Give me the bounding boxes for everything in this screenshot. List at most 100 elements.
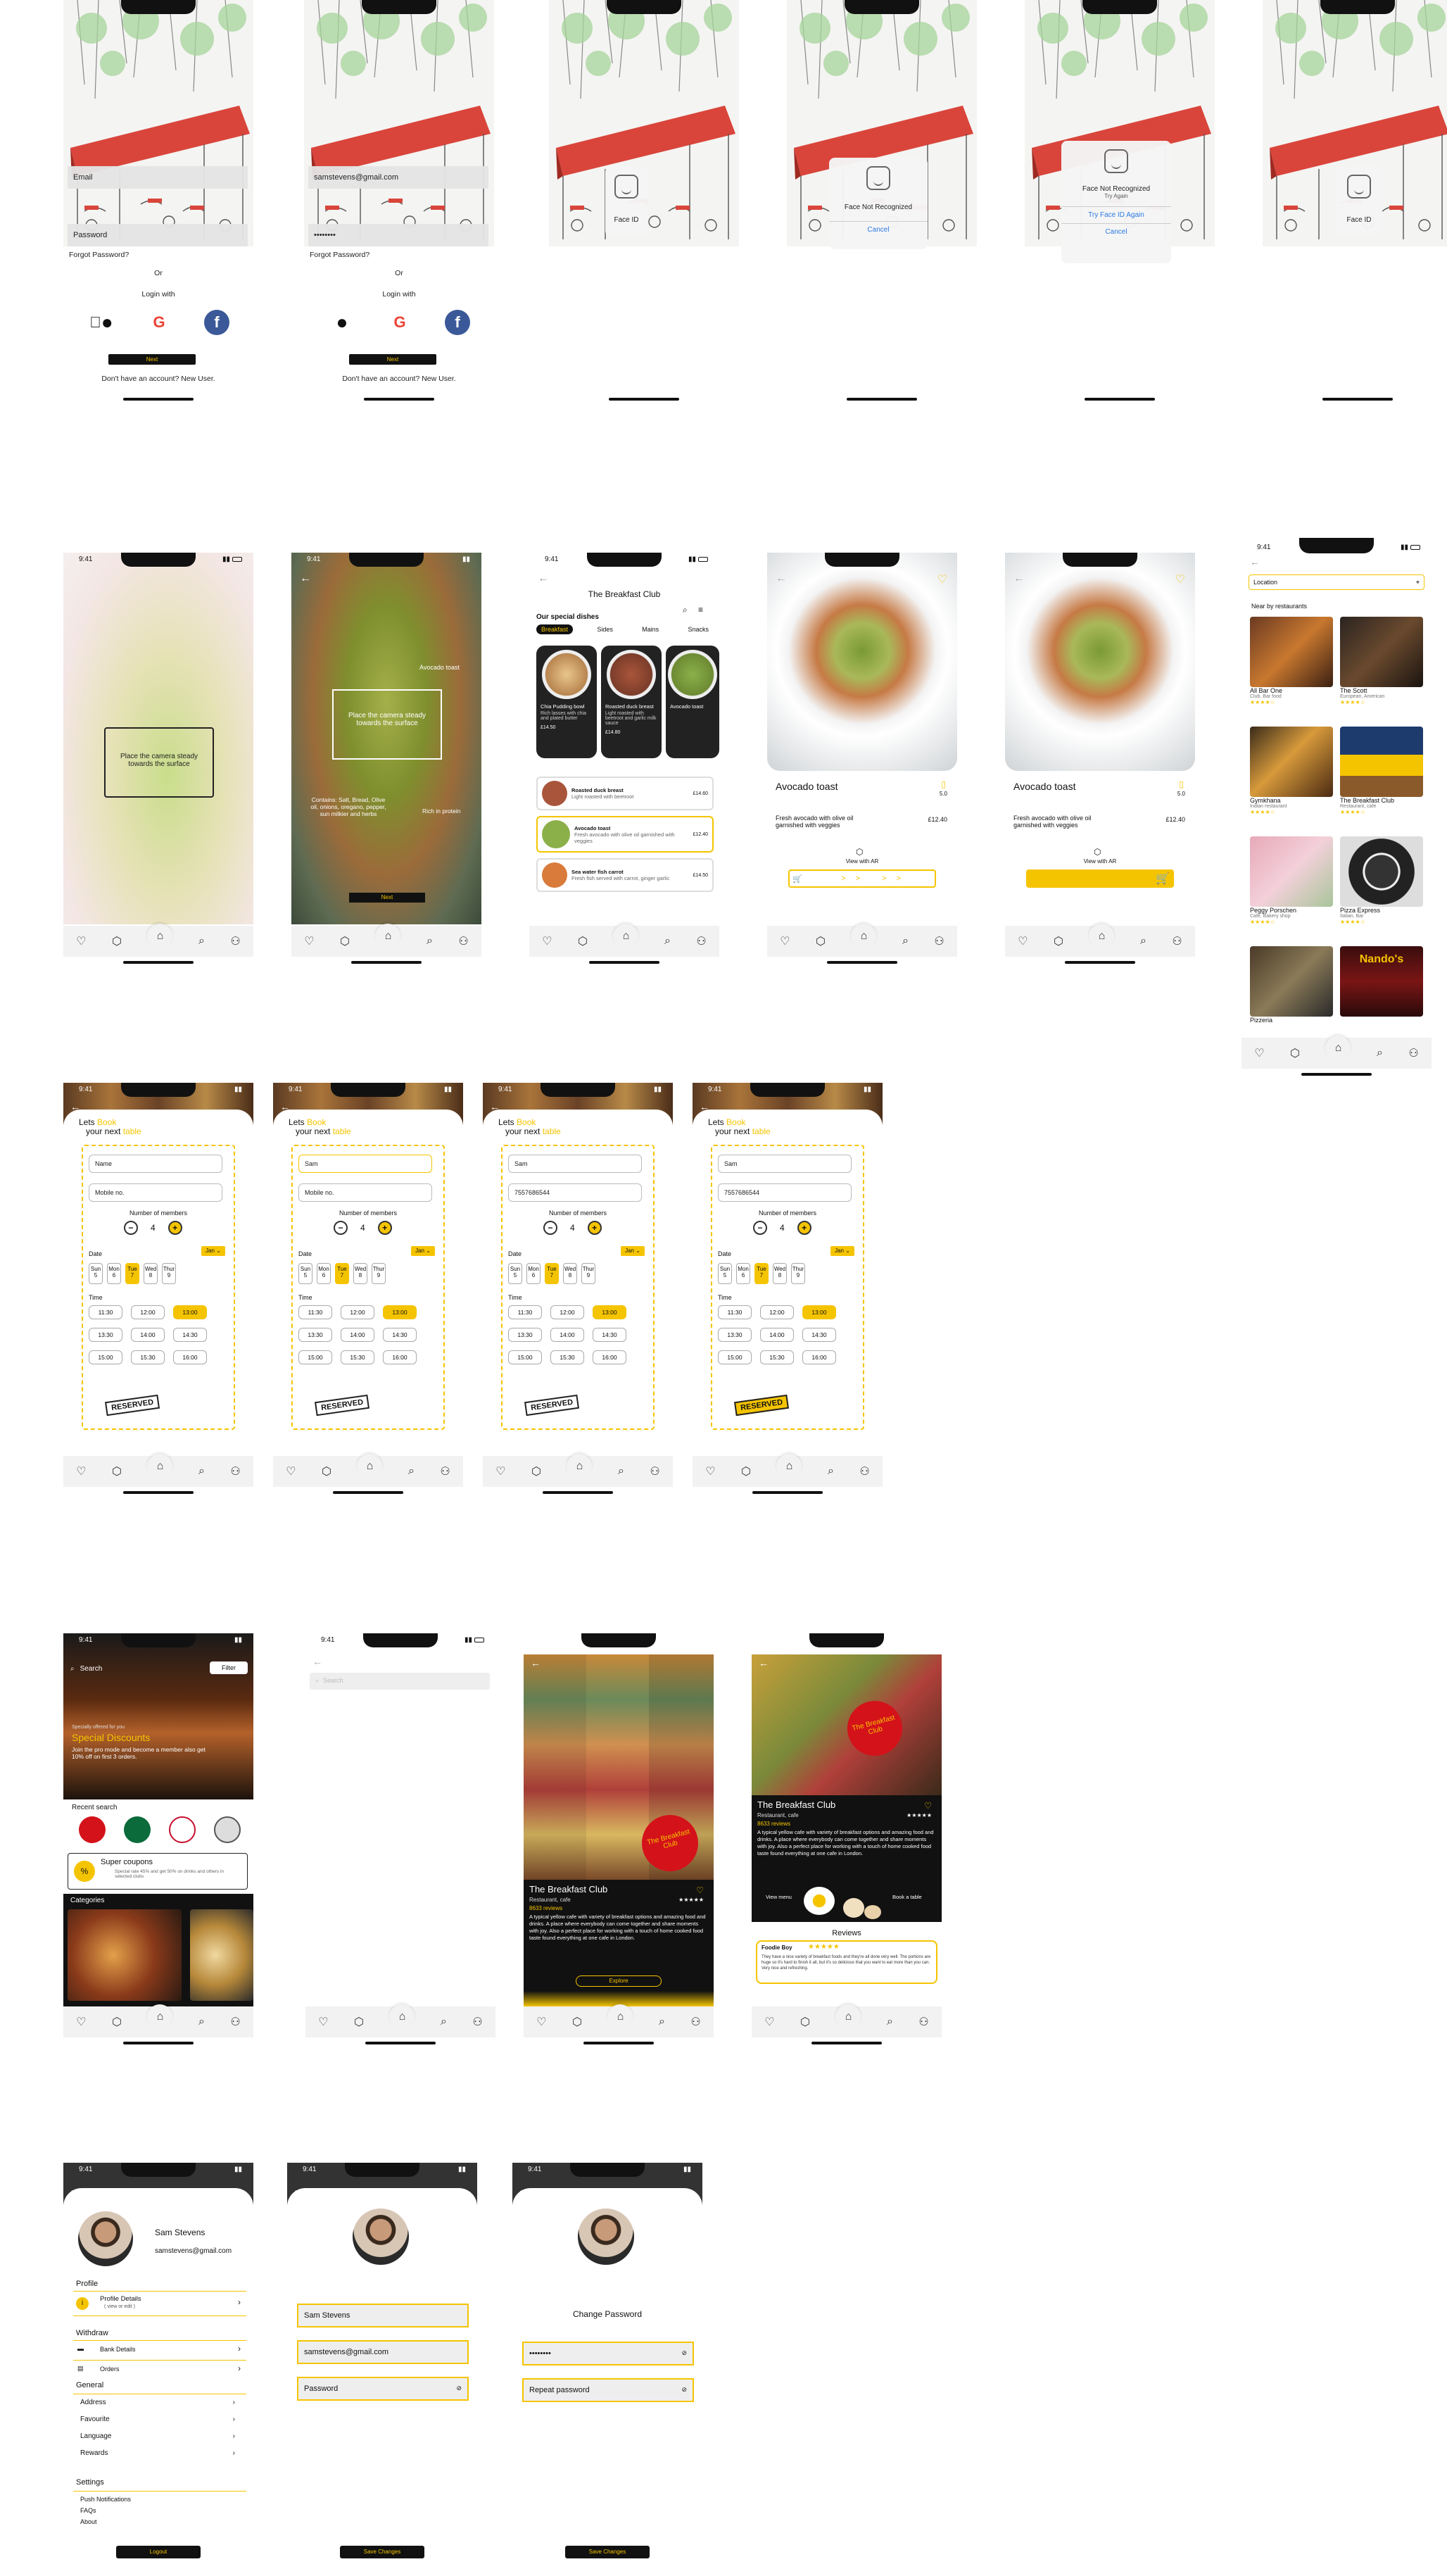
ar-cube-icon[interactable]: ⬡ — [1290, 1046, 1300, 1060]
restaurant-card[interactable]: The Scott European, American ★★★★☆ — [1340, 617, 1423, 705]
time-slot[interactable]: 14:30 — [383, 1328, 417, 1342]
back-icon[interactable]: ← — [70, 1101, 80, 1112]
time-slot[interactable]: 13:30 — [89, 1328, 122, 1342]
time-slot[interactable]: 15:00 — [89, 1350, 122, 1364]
general-item-language[interactable]: Language › — [73, 2428, 242, 2445]
time-slot[interactable]: 13:00 — [802, 1305, 836, 1319]
new-password-field[interactable]: •••••••• ⊘ — [522, 2342, 694, 2365]
heart-icon[interactable]: ♡ — [76, 1464, 86, 1478]
ar-next-button[interactable]: Next — [349, 893, 425, 903]
avatar[interactable] — [576, 2206, 636, 2267]
home-icon[interactable]: ⌂ — [613, 924, 639, 949]
search-icon[interactable]: ⌕ — [1140, 935, 1146, 948]
profile-icon[interactable]: ⚇ — [934, 934, 944, 948]
date-cell[interactable]: Wed 8 — [563, 1263, 577, 1284]
nandos-logo[interactable] — [169, 1816, 196, 1843]
time-slot[interactable]: 14:00 — [550, 1328, 584, 1342]
orders-row[interactable]: ▤ Orders › — [73, 2360, 246, 2378]
home-icon[interactable]: ⌂ — [607, 2004, 633, 2030]
home-icon[interactable]: ⌂ — [835, 2004, 861, 2030]
category-card[interactable] — [68, 1909, 182, 2001]
google-icon[interactable]: G — [387, 310, 412, 335]
profile-icon[interactable]: ⚇ — [230, 934, 240, 948]
date-cell[interactable]: Sun 5 — [718, 1263, 732, 1284]
ar-cube-icon[interactable]: ⬡ — [112, 934, 122, 948]
date-cell[interactable]: Wed 8 — [773, 1263, 787, 1284]
settings-item-push[interactable]: Push Notifications — [73, 2492, 246, 2506]
coupon-card[interactable]: % Super coupons Special rate 45% and get… — [68, 1853, 248, 1890]
profile-icon[interactable]: ⚇ — [440, 1464, 450, 1478]
time-slot[interactable]: 16:00 — [802, 1350, 836, 1364]
time-slot[interactable]: 15:30 — [760, 1350, 794, 1364]
restaurant-card[interactable]: Peggy Porschen Café, Bakery shop ★★★★☆ — [1250, 836, 1333, 925]
heart-icon[interactable]: ♡ — [780, 934, 790, 948]
heart-icon[interactable]: ♡ — [1254, 1046, 1264, 1060]
ar-cube-icon[interactable]: ⬡ — [741, 1464, 751, 1478]
dish-card[interactable]: Avocado toast — [666, 646, 719, 758]
mobile-input[interactable]: 7557686544 — [508, 1183, 642, 1202]
tab-mains[interactable]: Mains — [637, 624, 664, 634]
menu-list-item-selected[interactable]: Avocado toast Fresh avocado with olive oi… — [536, 816, 714, 853]
crosshair-icon[interactable]: ⌖ — [1416, 579, 1420, 586]
home-icon[interactable]: ⌂ — [567, 1454, 593, 1479]
search-icon[interactable]: ⌕ — [426, 935, 433, 948]
back-icon[interactable]: ← — [759, 1657, 769, 1669]
time-slot[interactable]: 15:30 — [131, 1350, 165, 1364]
heart-icon[interactable]: ♡ — [76, 2015, 86, 2029]
date-cell[interactable]: Sun 5 — [298, 1263, 312, 1284]
back-icon[interactable]: ← — [776, 572, 787, 585]
time-slot[interactable]: 13:00 — [593, 1305, 626, 1319]
add-to-cart-slider-complete[interactable]: 🛒 — [1026, 869, 1174, 888]
month-select[interactable]: Jan ⌄ — [621, 1246, 645, 1256]
heart-icon[interactable]: ♡ — [1018, 934, 1028, 948]
avatar[interactable] — [76, 2209, 135, 2268]
date-cell[interactable]: Tue 7 — [335, 1263, 349, 1284]
restaurant-card[interactable]: The Breakfast Club Restaurant, cafe ★★★★… — [1340, 727, 1423, 815]
date-cell[interactable]: Sun 5 — [89, 1263, 103, 1284]
time-slot[interactable]: 11:30 — [718, 1305, 752, 1319]
favorite-icon[interactable]: ♡ — [1175, 572, 1185, 586]
minus-button[interactable]: − — [124, 1221, 138, 1235]
facebook-icon[interactable]: f — [445, 310, 470, 335]
back-icon[interactable]: ← — [490, 1101, 500, 1112]
home-icon[interactable]: ⌂ — [357, 1454, 383, 1479]
month-select[interactable]: Jan ⌄ — [830, 1246, 854, 1256]
profile-icon[interactable]: ⚇ — [230, 2015, 240, 2029]
ar-cube-icon[interactable]: ⬡ — [354, 2015, 364, 2029]
search-input[interactable]: ⌕ Search — [310, 1673, 490, 1690]
date-cell[interactable]: Thur 9 — [791, 1263, 805, 1284]
search-icon[interactable]: ⌕ — [1377, 1047, 1383, 1060]
time-slot[interactable]: 11:30 — [89, 1305, 122, 1319]
restaurant-card[interactable]: Pizza Express Italian, Bar ★★★★☆ — [1340, 836, 1423, 925]
time-slot[interactable]: 13:00 — [383, 1305, 417, 1319]
time-slot[interactable]: 11:30 — [298, 1305, 332, 1319]
eye-off-icon[interactable]: ⊘ — [456, 2385, 462, 2393]
ar-cube-icon[interactable]: ⬡ — [531, 1464, 541, 1478]
profile-details-row[interactable]: i Profile Details ( view or edit ) › — [73, 2291, 246, 2316]
dish-card[interactable]: Chia Pudding bowl Rich lasses with chia … — [536, 646, 597, 758]
restaurant-card[interactable]: Pizzeria — [1250, 946, 1333, 1024]
home-icon[interactable]: ⌂ — [776, 1454, 802, 1479]
location-search[interactable]: Location ⌖ — [1249, 574, 1424, 590]
ar-cube-icon[interactable]: ⬡ — [322, 1464, 331, 1478]
date-cell[interactable]: Tue 7 — [545, 1263, 559, 1284]
ar-cube-icon[interactable]: ⬡ — [340, 934, 350, 948]
home-icon[interactable]: ⌂ — [147, 2004, 173, 2030]
date-cell[interactable]: Mon 6 — [736, 1263, 750, 1284]
ar-cube-icon[interactable]: ⬡ — [578, 934, 588, 948]
home-icon[interactable]: ⌂ — [389, 2004, 415, 2030]
time-slot[interactable]: 12:00 — [341, 1305, 374, 1319]
next-button[interactable]: Next — [349, 354, 436, 365]
ar-cube-icon[interactable]: ⬡ — [816, 934, 826, 948]
heart-icon[interactable]: ♡ — [764, 2015, 774, 2029]
name-input[interactable]: Sam — [298, 1155, 432, 1173]
search-bar[interactable]: ⌕ Search — [70, 1661, 204, 1676]
tab-sides[interactable]: Sides — [592, 624, 618, 634]
repeat-password-field[interactable]: Repeat password ⊘ — [522, 2378, 694, 2402]
starbucks-logo[interactable] — [124, 1816, 151, 1843]
profile-icon[interactable]: ⚇ — [859, 1464, 869, 1478]
general-item-favourite[interactable]: Favourite › — [73, 2411, 242, 2428]
password-field[interactable]: Password — [68, 224, 248, 246]
heart-icon[interactable]: ♡ — [76, 934, 86, 948]
restaurant-card[interactable]: Gymkhana Indian restaurant ★★★★☆ — [1250, 727, 1333, 815]
